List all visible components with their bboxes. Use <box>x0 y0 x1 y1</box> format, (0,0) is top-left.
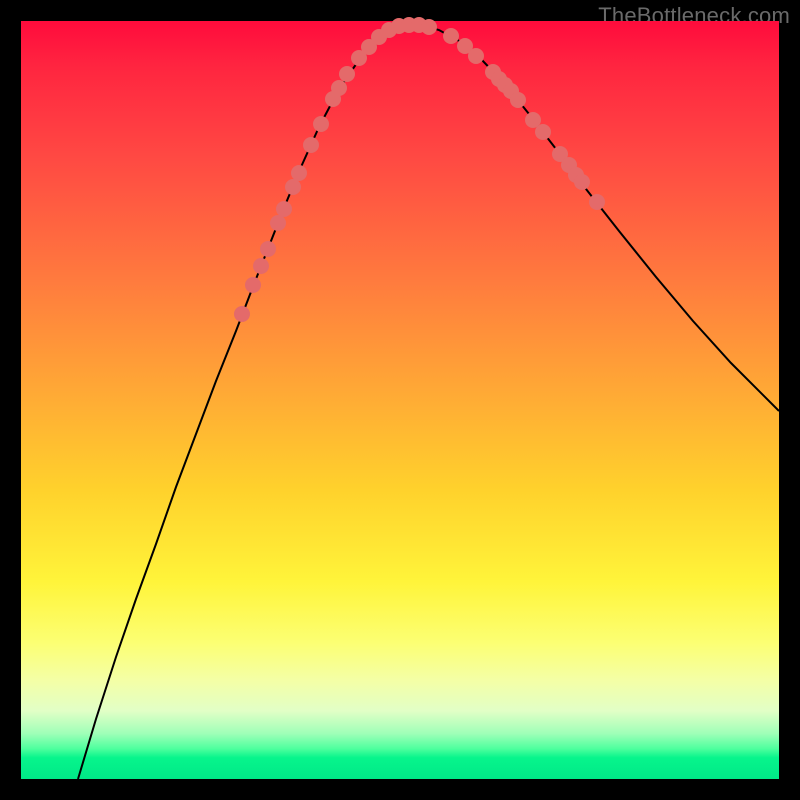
data-point <box>291 165 307 181</box>
data-point <box>589 194 605 210</box>
data-point <box>313 116 329 132</box>
data-point <box>331 80 347 96</box>
data-point <box>510 92 526 108</box>
data-point <box>339 66 355 82</box>
data-point <box>421 19 437 35</box>
data-point <box>535 124 551 140</box>
data-point-beads <box>234 17 605 322</box>
data-point <box>468 48 484 64</box>
chart-svg <box>21 21 779 779</box>
data-point <box>234 306 250 322</box>
bottleneck-curve <box>78 25 779 779</box>
data-point <box>245 277 261 293</box>
chart-frame <box>21 21 779 779</box>
data-point <box>303 137 319 153</box>
data-point <box>253 258 269 274</box>
data-point <box>270 215 286 231</box>
data-point <box>276 201 292 217</box>
data-point <box>285 179 301 195</box>
data-point <box>574 174 590 190</box>
data-point <box>443 28 459 44</box>
data-point <box>260 241 276 257</box>
